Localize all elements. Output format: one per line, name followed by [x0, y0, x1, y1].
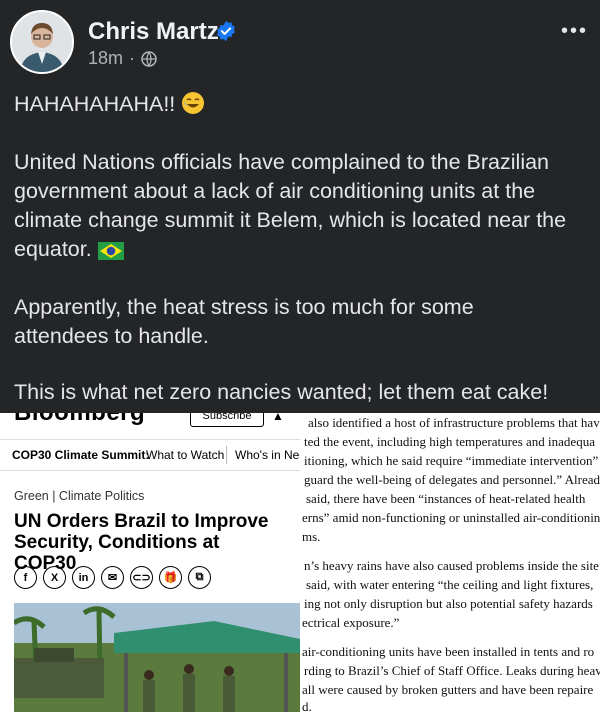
facebook-post: Chris Martz 18m · ••• HAHAHAHAHA!! Unite… — [0, 0, 600, 413]
author-name[interactable]: Chris Martz — [88, 18, 219, 46]
bloomberg-header: Bloomberg Subscribe ▲ — [0, 413, 300, 429]
nav-cop30-label[interactable]: COP30 Climate Summit: — [12, 448, 149, 462]
post-text-line: government about a lack of air condition… — [14, 179, 536, 203]
bloomberg-logo[interactable]: Bloomberg — [14, 413, 145, 427]
subscribe-button[interactable]: Subscribe — [190, 413, 264, 427]
nav-divider — [226, 446, 227, 464]
post-text-line: HAHAHAHAHA!! — [14, 90, 594, 119]
share-bar: f X in ✉ ⊂⊃ 🎁 ⧉ — [14, 566, 211, 589]
post-text-line: climate change summit it Belem, which is… — [14, 208, 567, 232]
account-icon[interactable]: ▲ — [272, 413, 284, 423]
clipping-line: also identified a host of infrastructure… — [308, 415, 600, 430]
brazil-flag-emoji — [97, 242, 124, 260]
post-text-equator: equator. — [14, 237, 92, 261]
clipping-line: n’s heavy rains have also caused problem… — [304, 558, 599, 573]
email-share-icon[interactable]: ✉ — [101, 566, 124, 589]
clipping-line: said, with water entering “the ceiling a… — [306, 577, 594, 592]
article-headline: UN Orders Brazil to Improve Security, Co… — [14, 511, 269, 574]
clipping-line: air-conditioning units have been install… — [302, 644, 595, 659]
bloomberg-article-screenshot: Bloomberg Subscribe ▲ COP30 Climate Summ… — [0, 413, 300, 712]
clipping-line: ing not only disruption but also potenti… — [304, 596, 593, 611]
post-time[interactable]: 18m — [88, 48, 123, 69]
newspaper-clipping: also identified a host of infrastructure… — [300, 413, 600, 712]
laughing-emoji — [182, 92, 205, 114]
linkedin-share-icon[interactable]: in — [72, 566, 95, 589]
article-photo — [14, 603, 300, 712]
verified-badge-icon — [217, 20, 235, 42]
more-options-icon[interactable]: ••• — [561, 20, 588, 43]
post-text-line: This is what net zero nancies wanted; le… — [14, 380, 549, 404]
clipping-line: erns” amid non-functioning or uninstalle… — [302, 510, 600, 525]
clipping-line: ms. — [302, 529, 321, 544]
article-kicker[interactable]: Green | Climate Politics — [14, 489, 144, 503]
globe-icon — [141, 50, 157, 67]
post-meta: 18m · — [88, 48, 157, 69]
nav-what-to-watch[interactable]: What to Watch — [146, 448, 224, 462]
clipping-line: ectrical exposure.” — [302, 615, 400, 630]
facebook-share-icon[interactable]: f — [14, 566, 37, 589]
clipping-line: itioning, which he said require “immedia… — [304, 453, 599, 468]
post-text-exclaim: HAHAHAHAHA!! — [14, 92, 176, 116]
clipping-line: ted the event, including high temperatur… — [304, 434, 595, 449]
save-article-icon[interactable]: ⧉ — [188, 566, 211, 589]
clipping-line: d. — [302, 699, 312, 712]
clipping-line: all were caused by broken gutters and ha… — [302, 682, 594, 697]
clipping-line: guard the well-being of delegates and pe… — [304, 472, 600, 487]
clipping-line: said, there have been “instances of heat… — [306, 491, 586, 506]
link-share-icon[interactable]: ⊂⊃ — [130, 566, 153, 589]
author-avatar[interactable] — [10, 10, 74, 74]
x-share-icon[interactable]: X — [43, 566, 66, 589]
meta-separator: · — [129, 48, 136, 68]
nav-whos-in[interactable]: Who's in Neg — [235, 448, 300, 462]
post-text-line: equator. — [14, 235, 594, 264]
post-text-line: Apparently, the heat stress is too much … — [14, 295, 474, 319]
post-text-line: United Nations officials have complained… — [14, 150, 550, 174]
gift-article-icon[interactable]: 🎁 — [159, 566, 182, 589]
clipping-line: rding to Brazil’s Chief of Staff Office.… — [304, 663, 600, 678]
topic-nav: COP30 Climate Summit: What to Watch Who'… — [0, 439, 300, 471]
post-text-line: attendees to handle. — [14, 324, 209, 348]
